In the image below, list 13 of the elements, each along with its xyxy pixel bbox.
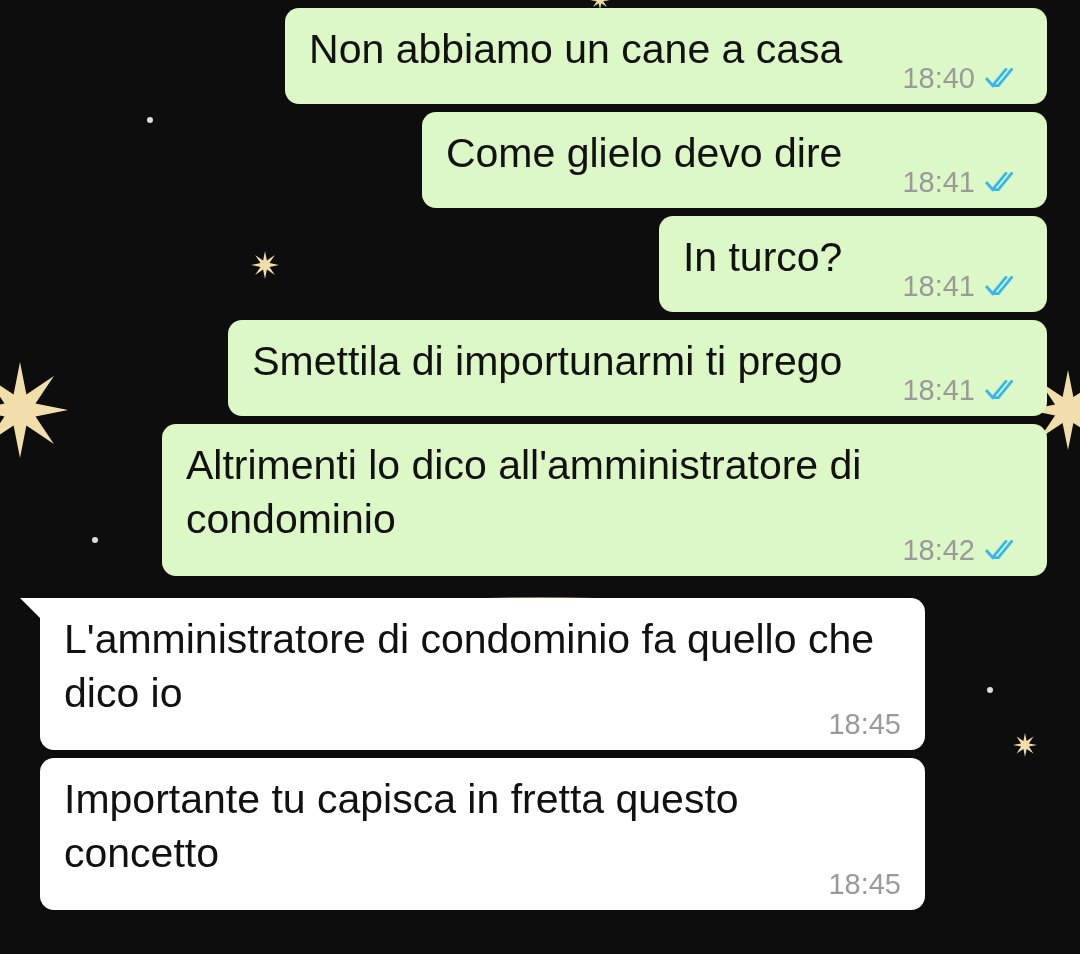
message-time: 18:41 — [902, 165, 975, 200]
message-text: In turco? — [682, 233, 843, 282]
message-time: 18:40 — [902, 61, 975, 96]
message-text: Smettila di importunarmi ti prego — [252, 337, 843, 386]
message-text: Importante tu capisca in fretta questo concetto — [64, 775, 740, 878]
message-text: Come glielo devo dire — [445, 129, 843, 178]
message-time: 18:45 — [828, 707, 901, 742]
message-time: 18:41 — [902, 269, 975, 304]
message-time: 18:45 — [828, 867, 901, 902]
message-text: Altrimenti lo dico all'amministratore di condominio — [186, 441, 863, 544]
message-time: 18:41 — [902, 373, 975, 408]
message-time: 18:42 — [902, 533, 975, 568]
message-text: Non abbiamo un cane a casa — [309, 25, 843, 74]
